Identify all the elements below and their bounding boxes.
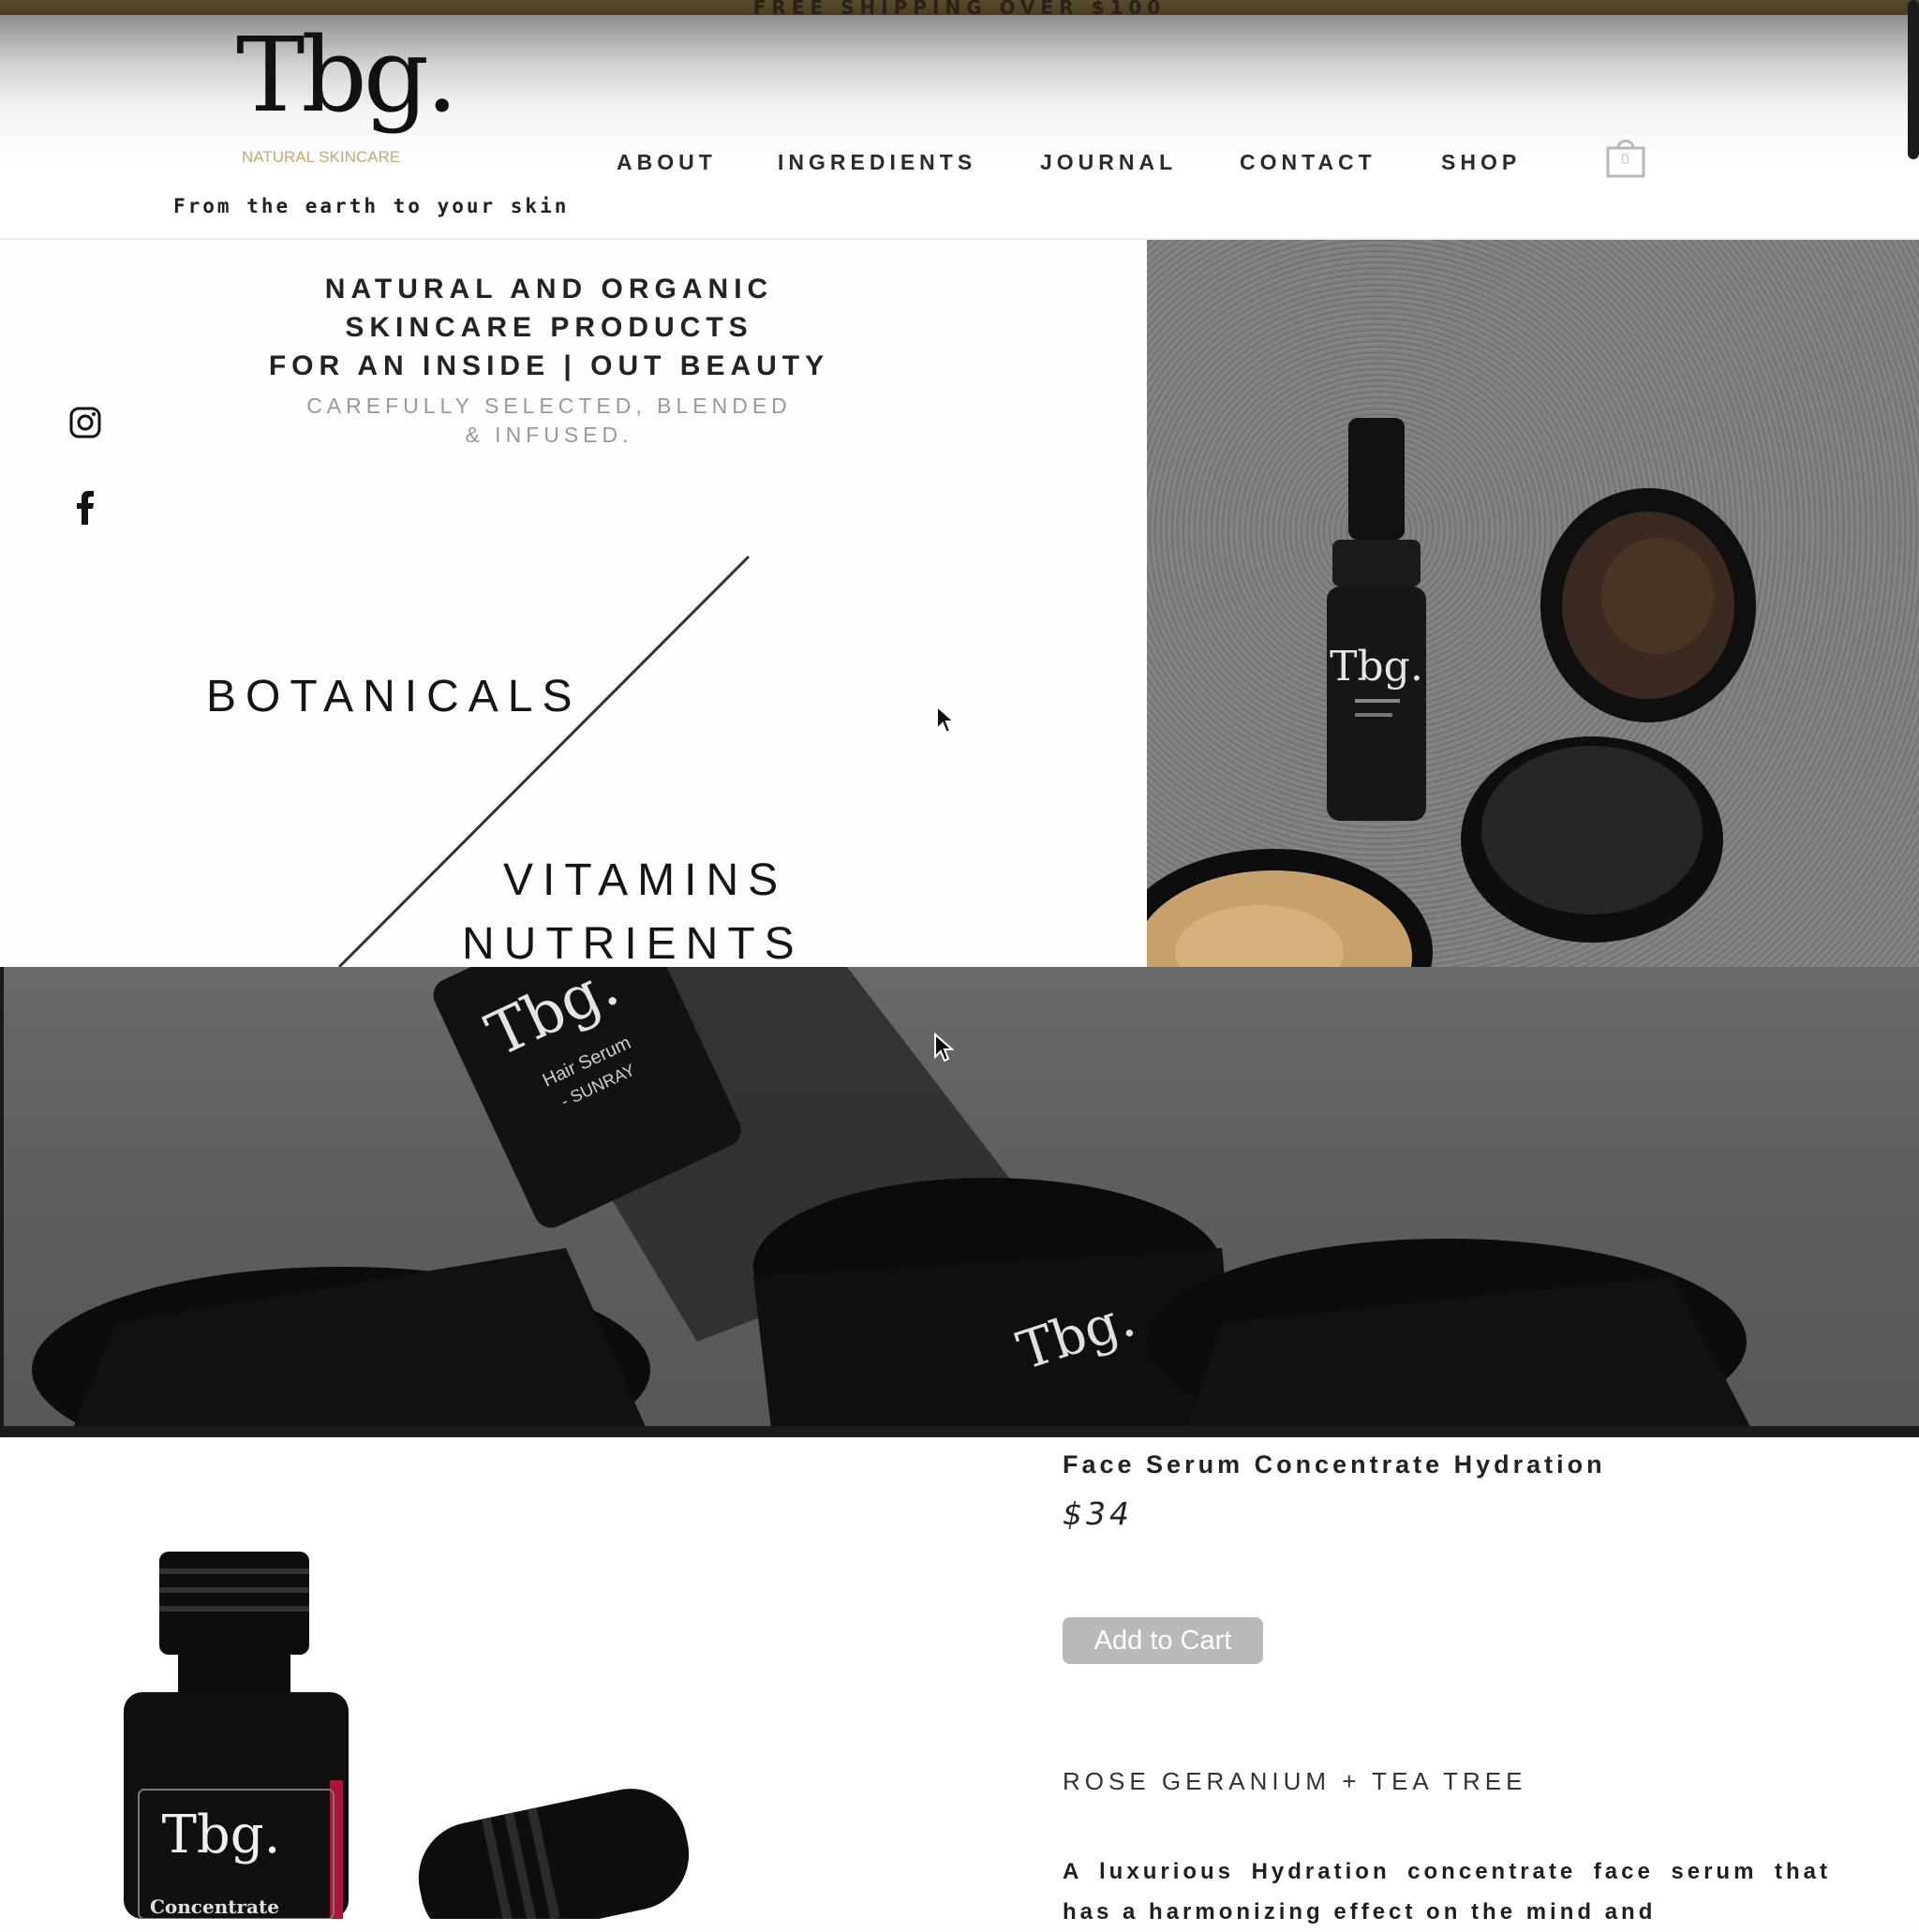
banner-product-photo: Tbg. Hair Serum - SUNRAY Tbg. <box>0 967 1919 1437</box>
hero-headline-1: NATURAL AND ORGANIC <box>324 274 774 305</box>
product-price: $34 <box>1063 1495 1133 1532</box>
hero-bottle-label: Tbg. <box>1330 643 1423 691</box>
product-bottle-sublabel: Concentrate <box>150 1895 279 1918</box>
mouse-cursor-icon <box>933 1032 955 1066</box>
scrollbar-thumb[interactable] <box>1908 0 1919 159</box>
add-to-cart-button[interactable]: Add to Cart <box>1063 1617 1263 1664</box>
cart-icon[interactable]: 0 <box>1605 135 1646 178</box>
product-name: Face Serum Concentrate Hydration <box>1063 1450 1606 1479</box>
product-image[interactable]: Tbg. Concentrate <box>94 1518 787 1932</box>
logo[interactable]: Tbg. <box>236 19 458 131</box>
product-ingredients: ROSE GERANIUM + TEA TREE <box>1063 1767 1527 1795</box>
nav-journal[interactable]: JOURNAL <box>1040 150 1177 175</box>
promo-bar: FREE SHIPPING OVER $100 <box>0 0 1919 15</box>
nav-contact[interactable]: CONTACT <box>1240 150 1376 175</box>
nav-about[interactable]: ABOUT <box>617 150 717 175</box>
mouse-cursor-icon <box>935 704 957 738</box>
product-bottle-label: Tbg. <box>162 1805 281 1865</box>
word-nutrients: NUTRIENTS <box>462 919 804 969</box>
tagline: From the earth to your skin <box>173 195 570 217</box>
hero-product-photo: Tbg. <box>1147 240 1919 967</box>
hero-headline-2: SKINCARE PRODUCTS <box>345 312 753 343</box>
facebook-icon[interactable] <box>75 489 96 525</box>
product-description: A luxurious Hydration concentrate face s… <box>1063 1859 1831 1925</box>
logo-subtitle: NATURAL SKINCARE <box>242 148 401 166</box>
nav-shop[interactable]: SHOP <box>1441 150 1521 175</box>
cart-count: 0 <box>1621 152 1629 168</box>
instagram-icon[interactable] <box>69 407 101 438</box>
promo-text: FREE SHIPPING OVER $100 <box>752 0 1167 15</box>
word-vitamins: VITAMINS <box>503 855 788 905</box>
hero-headline-3: FOR AN INSIDE | OUT BEAUTY <box>268 350 830 381</box>
hero-subtitle: CAREFULLY SELECTED, BLENDED & INFUSED. <box>306 394 792 447</box>
word-botanicals: BOTANICALS <box>206 672 582 721</box>
nav-ingredients[interactable]: INGREDIENTS <box>778 150 976 175</box>
